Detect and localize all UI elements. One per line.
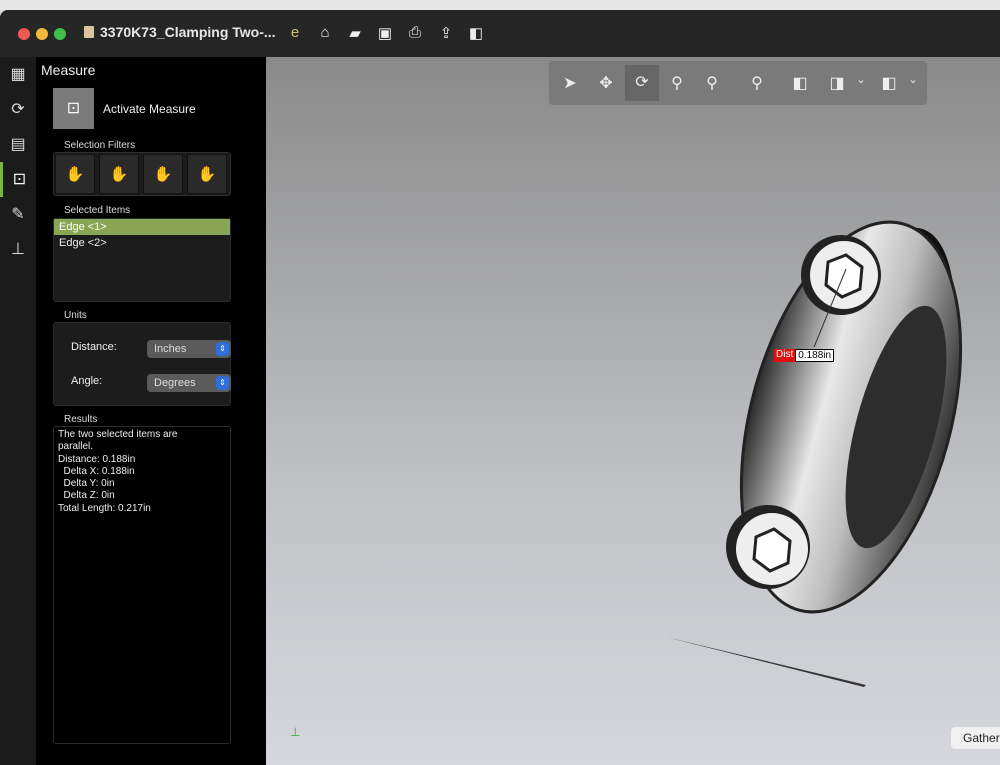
angle-units-value: Degrees <box>154 377 196 389</box>
home-icon[interactable]: ⌂ <box>315 24 335 41</box>
panel-title: Measure <box>41 62 96 78</box>
results-label: Results <box>64 414 98 425</box>
filter-body-button[interactable]: ✋ <box>187 154 227 194</box>
distance-label: Distance: <box>71 341 117 353</box>
sidebar-toggle-icon[interactable]: ◧ <box>466 24 486 42</box>
results-text: The two selected items are parallel. Dis… <box>58 429 178 514</box>
desktop-menubar <box>0 0 1000 10</box>
markup-icon[interactable]: ✎ <box>0 197 36 232</box>
list-item[interactable]: Edge <1> <box>54 219 230 235</box>
selected-items-list: Edge <1> Edge <2> <box>53 218 231 302</box>
print-icon[interactable]: ⎙ <box>405 24 425 41</box>
window-title-text: 3370K73_Clamping Two-... <box>100 24 276 40</box>
measure-panel: Measure ⊡ Activate Measure Selection Fil… <box>36 57 266 765</box>
open-folder-icon[interactable]: ▰ <box>345 24 365 42</box>
dist-tag: Dist <box>774 349 796 362</box>
filter-vertex-button[interactable]: ✋ <box>55 154 95 194</box>
app-window: 3370K73_Clamping Two-... e ⌂ ▰ ▣ ⎙ ⇪ ◧ ▦… <box>0 10 1000 765</box>
filter-edge-button[interactable]: ✋ <box>99 154 139 194</box>
document-icon <box>84 26 94 38</box>
angle-units-select[interactable]: Degrees ⇕ <box>147 374 231 392</box>
save-icon[interactable]: ▣ <box>375 24 395 42</box>
animation-icon[interactable]: ⟳ <box>0 92 36 127</box>
dist-value: 0.188in <box>795 349 835 362</box>
distance-units-select[interactable]: Inches ⇕ <box>147 340 231 358</box>
grid-icon[interactable]: ▦ <box>0 57 36 92</box>
list-item[interactable]: Edge <2> <box>54 235 230 251</box>
filter-face-button[interactable]: ✋ <box>143 154 183 194</box>
distance-label-tag: Dist 0.188in <box>774 349 835 362</box>
activate-measure-button[interactable]: ⊡ <box>53 88 94 129</box>
parts-icon[interactable]: ▤ <box>0 127 36 162</box>
stamp-icon[interactable]: ⊥ <box>0 232 36 267</box>
selected-items-label: Selected Items <box>64 205 131 216</box>
distance-units-value: Inches <box>154 343 187 355</box>
measure-icon: ⊡ <box>66 100 81 117</box>
clamp-model[interactable] <box>266 57 1000 765</box>
results-box: The two selected items are parallel. Dis… <box>53 426 231 744</box>
units-group: Distance: Inches ⇕ Angle: Degrees ⇕ <box>53 322 231 406</box>
axis-triad-icon: ⊥ <box>290 725 301 739</box>
title-bar: 3370K73_Clamping Two-... e ⌂ ▰ ▣ ⎙ ⇪ ◧ <box>0 10 1000 57</box>
gather-button[interactable]: Gather <box>951 727 1000 749</box>
maximize-button[interactable] <box>54 28 66 40</box>
tool-rail: ▦ ⟳ ▤ ⊡ ✎ ⊥ <box>0 57 36 765</box>
activate-measure-label: Activate Measure <box>103 102 196 116</box>
insert-e-icon[interactable]: e <box>285 24 305 41</box>
angle-label: Angle: <box>71 375 103 387</box>
measure-icon[interactable]: ⊡ <box>0 162 36 197</box>
selection-filters-label: Selection Filters <box>64 140 136 151</box>
minimize-button[interactable] <box>36 28 48 40</box>
shadow <box>666 637 866 687</box>
window-title: 3370K73_Clamping Two-... <box>84 24 276 40</box>
chevron-updown-icon: ⇕ <box>216 376 229 390</box>
3d-viewport[interactable]: ➤ ✥ ⟳ ⚲ ⚲ ⚲ ◧ ◨ ⌄ ◧ ⌄ Dist 0.188in ⊥ <box>266 57 1000 765</box>
share-icon[interactable]: ⇪ <box>436 24 456 42</box>
units-label: Units <box>64 310 87 321</box>
chevron-updown-icon: ⇕ <box>216 342 229 356</box>
close-button[interactable] <box>18 28 30 40</box>
